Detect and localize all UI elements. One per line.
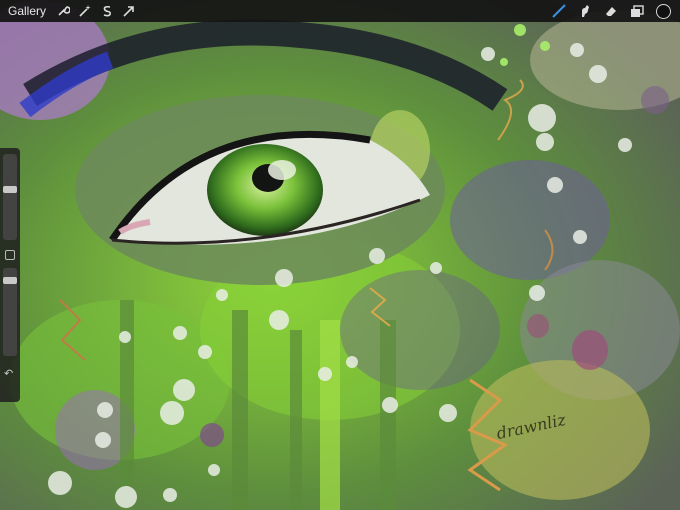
smudge-icon[interactable] [574,0,596,22]
top-toolbar: Gallery [0,0,680,22]
brush-size-thumb[interactable] [3,186,17,193]
brush-icon[interactable] [548,0,570,22]
opacity-thumb[interactable] [3,277,17,284]
transform-arrow-icon[interactable] [118,0,140,22]
gallery-button[interactable]: Gallery [8,4,46,18]
active-color-swatch [655,3,671,19]
painting-canvas[interactable] [0,0,680,510]
magic-wand-icon[interactable] [74,0,96,22]
eraser-icon[interactable] [600,0,622,22]
selection-s-icon[interactable] [96,0,118,22]
color-picker-button[interactable] [652,0,674,22]
undo-arrow-icon[interactable]: ↶ [4,367,13,380]
wrench-icon[interactable] [52,0,74,22]
side-panel: ↶ [0,148,20,402]
brush-size-slider[interactable] [3,154,17,240]
tool-group [548,0,674,22]
square-icon[interactable] [5,250,15,260]
layers-icon[interactable] [626,0,648,22]
opacity-slider[interactable] [3,268,17,356]
